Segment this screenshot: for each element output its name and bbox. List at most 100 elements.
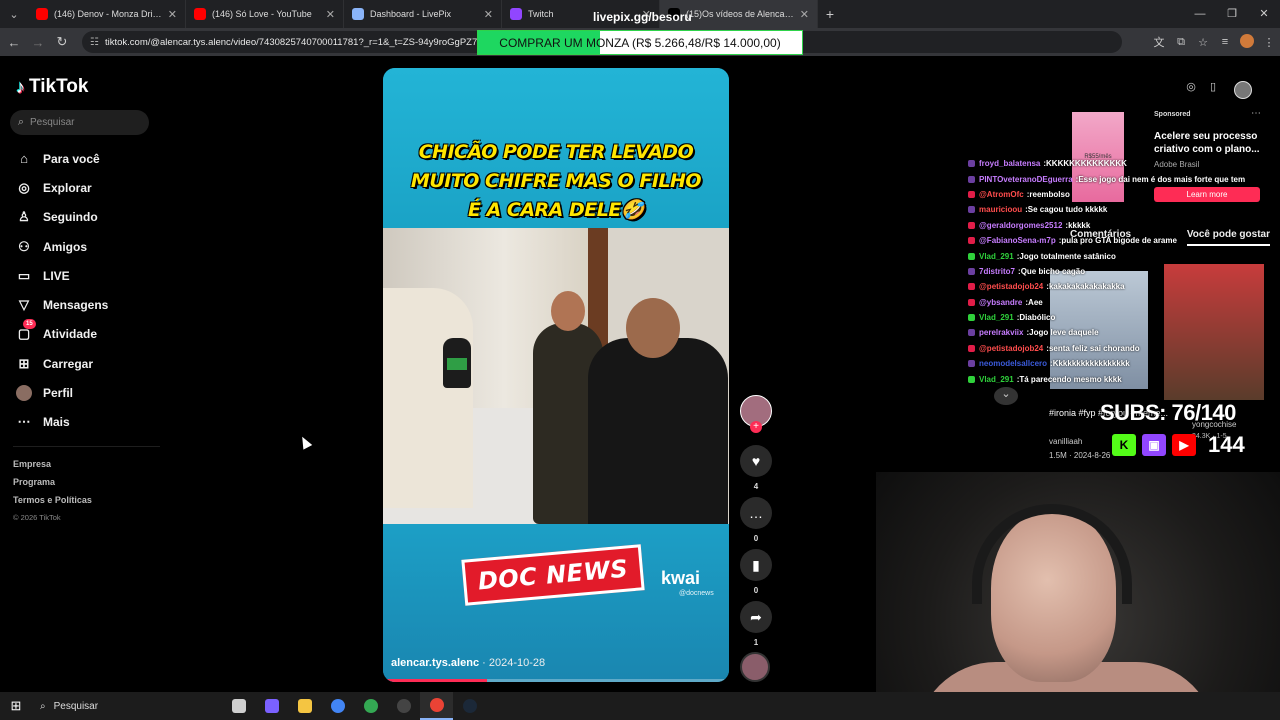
user-avatar[interactable] [1234, 81, 1252, 99]
search-icon: ⌕ [40, 700, 46, 712]
taskbar-chrome-active-icon[interactable] [420, 692, 453, 720]
browser-tab[interactable]: (146) Só Love - YouTube ✕ [186, 0, 344, 28]
music-disc-icon[interactable] [740, 652, 770, 682]
sidebar-item-upload[interactable]: ⊞ Carregar [16, 349, 166, 378]
video-caption-line-2: MUITO CHIFRE MAS O FILHO [410, 170, 702, 192]
chat-message: @geraldorgomes2512: kkkkk [968, 218, 1268, 233]
follow-plus-icon[interactable]: + [750, 421, 762, 433]
sidebar-item-more[interactable]: ⋯ Mais [16, 408, 166, 437]
chat-username: @FabianoSena-m7p [979, 236, 1056, 246]
sidebar-item-following[interactable]: ♙ Seguindo [16, 203, 166, 232]
chat-message: Vlad_291: Jogo totalmente satânico [968, 248, 1268, 263]
search-input[interactable] [30, 117, 140, 128]
video-progress-bar[interactable] [383, 679, 729, 682]
youtube-icon: ▶ [1172, 434, 1196, 456]
back-icon[interactable]: ← [2, 35, 26, 50]
chat-message: @petistadojob24: kakakakakakakakka [968, 279, 1268, 294]
taskbar-steam-icon[interactable] [453, 692, 486, 720]
sidebar-item-label: Para você [43, 151, 100, 166]
sidebar-item-profile[interactable]: Perfil [16, 378, 166, 407]
media-icon[interactable]: ≡ [1214, 36, 1236, 48]
close-tab-icon[interactable]: ✕ [326, 8, 335, 21]
close-tab-icon[interactable]: ✕ [800, 8, 809, 21]
sidebar-item-messages[interactable]: ▽ Mensagens [16, 290, 166, 319]
browser-tab[interactable]: (146) Denov - Monza Drift ft N ✕ [28, 0, 186, 28]
forward-icon[interactable]: → [26, 35, 50, 50]
windows-start-icon[interactable]: ⊞ [0, 698, 32, 714]
taskbar-obs-icon[interactable] [387, 692, 420, 720]
save-action[interactable]: ▮ 0 [740, 549, 772, 595]
site-info-icon[interactable]: ☷ [90, 37, 99, 48]
translate-icon[interactable]: 文 [1148, 34, 1170, 50]
install-icon[interactable]: ⧉ [1170, 36, 1192, 49]
new-tab-button[interactable]: + [818, 6, 842, 22]
tiktok-logo-text: TikTok [29, 76, 89, 97]
restore-icon[interactable]: ❐ [1216, 0, 1248, 28]
window-controls: — ❐ ✕ [1184, 0, 1280, 28]
heart-icon[interactable]: ♥ [740, 445, 772, 477]
video-caption-line-1: CHICÃO PODE TER LEVADO [418, 141, 694, 163]
taskbar-search-label: Pesquisar [53, 700, 99, 712]
comment-icon[interactable]: … [740, 497, 772, 529]
device-icon[interactable]: ▯ [1202, 80, 1224, 98]
twitch-icon: ▣ [1142, 434, 1166, 456]
sidebar-item-label: Carregar [43, 356, 94, 371]
footer-link-programa[interactable]: Programa [13, 476, 92, 494]
chat-message: perelrakviix: Jogo leve daquele [968, 325, 1268, 340]
minimize-icon[interactable]: — [1184, 0, 1216, 28]
sidebar-item-activity[interactable]: ▢ 15 Atividade [16, 319, 166, 349]
suggested-likes: 1.5M · 2024-8-26 [1049, 451, 1111, 460]
chat-badge-icon [968, 190, 975, 198]
close-tab-icon[interactable]: ✕ [484, 8, 493, 21]
profile-icon[interactable] [1236, 33, 1258, 51]
tiktok-logo[interactable]: ♪ TikTok [16, 76, 88, 98]
tab-search-icon[interactable]: ⌄ [0, 0, 28, 28]
messages-icon: ▽ [19, 297, 29, 313]
taskbar-search[interactable]: ⌕ Pesquisar [32, 692, 222, 720]
like-count: 4 [753, 482, 759, 491]
ad-text[interactable]: Acelere seu processo criativo com o plan… [1154, 130, 1264, 156]
sidebar-item-label: Perfil [43, 386, 74, 401]
close-window-icon[interactable]: ✕ [1248, 0, 1280, 28]
menu-icon[interactable]: ⋮ [1258, 36, 1280, 49]
share-icon[interactable]: ➦ [740, 601, 772, 633]
ad-sponsored-label: Sponsored [1154, 111, 1191, 118]
chat-message: PINTOveteranoDEguerra: Esse jogo dai nem… [968, 171, 1268, 186]
sidebar-item-home[interactable]: ⌂ Para você [16, 144, 166, 173]
sidebar-item-compass[interactable]: ◎ Explorar [16, 173, 166, 202]
bookmark-star-icon[interactable]: ☆ [1192, 36, 1214, 49]
sidebar-item-live[interactable]: ▭ LIVE [16, 261, 166, 290]
chat-username: @petistadojob24 [979, 282, 1044, 292]
comment-action[interactable]: … 0 [740, 497, 772, 543]
taskbar-copilot-icon[interactable] [255, 692, 288, 720]
chat-message: @FabianoSena-m7p: pula pro GTA bigode de… [968, 233, 1268, 248]
chat-username: PINTOveteranoDEguerra [979, 174, 1073, 184]
sidebar-item-friends[interactable]: ⚇ Amigos [16, 232, 166, 261]
taskbar-apps [222, 692, 486, 720]
footer-link-termos[interactable]: Termos e Políticas [13, 494, 92, 512]
bookmark-icon[interactable]: ▮ [740, 549, 772, 581]
scroll-down-icon[interactable]: ⌄ [994, 387, 1018, 405]
close-tab-icon[interactable]: ✕ [168, 8, 177, 21]
video-author[interactable]: alencar.tys.alenc · 2024-10-28 [391, 657, 545, 669]
taskbar-explorer-icon[interactable] [288, 692, 321, 720]
tab-title: (146) Denov - Monza Drift ft N [54, 9, 164, 19]
stream-chat-overlay: froyd_balatensa: KKKKKKKKKKKKKK PINTOvete… [968, 156, 1268, 387]
compass-small-icon[interactable]: ◎ [1180, 80, 1202, 98]
video-player[interactable]: CHICÃO PODE TER LEVADO MUITO CHIFRE MAS … [383, 68, 729, 682]
taskbar-chrome-2-icon[interactable] [354, 692, 387, 720]
share-action[interactable]: ➦ 1 [740, 601, 772, 647]
chat-text: Kkkkkkkkkkkkkkkkk [1052, 359, 1130, 369]
browser-tab[interactable]: Dashboard - LivePix ✕ [344, 0, 502, 28]
live-icon: ▭ [17, 267, 31, 283]
search-box[interactable]: ⌕ [10, 110, 149, 135]
ad-more-icon[interactable]: ⋯ [1251, 108, 1261, 119]
footer-link-empresa[interactable]: Empresa [13, 458, 92, 476]
reload-icon[interactable]: ↻ [50, 34, 74, 50]
scene-reporter-arm [383, 288, 473, 508]
taskbar-taskview-icon[interactable] [222, 692, 255, 720]
suggested-user[interactable]: vanilliaah [1049, 437, 1082, 446]
video-author-name[interactable]: alencar.tys.alenc [391, 657, 479, 669]
like-action[interactable]: ♥ 4 [740, 445, 772, 491]
taskbar-chrome-1-icon[interactable] [321, 692, 354, 720]
